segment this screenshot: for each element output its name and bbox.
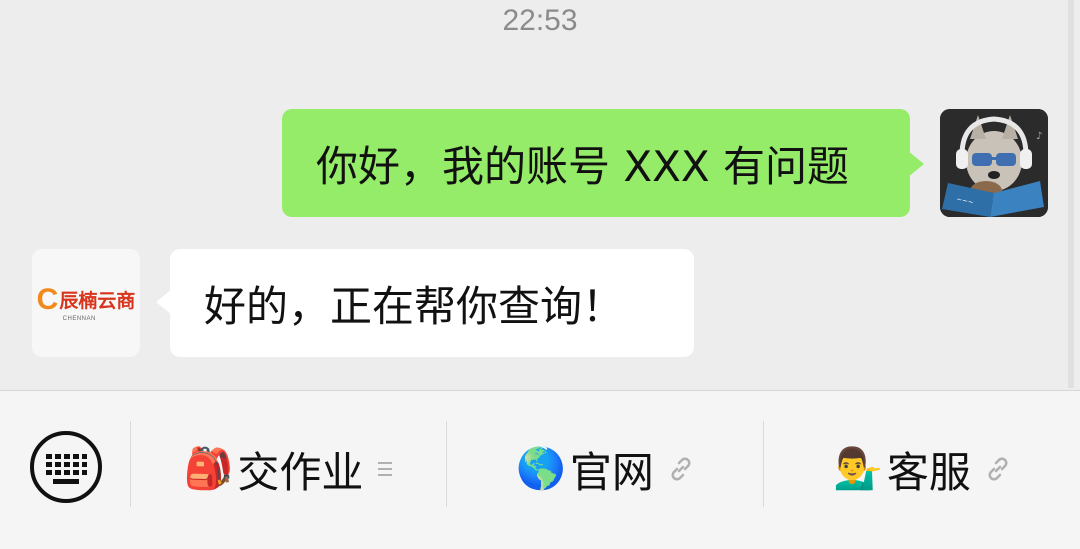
- outgoing-message-bubble[interactable]: 你好，我的账号 XXX 有问题: [282, 109, 924, 217]
- menu-item-label: 交作业: [237, 447, 364, 497]
- incoming-message-bubble[interactable]: 好的，正在帮你查询！: [156, 249, 694, 357]
- backpack-icon: 🎒: [183, 446, 234, 492]
- chennan-logo: C 辰楠云商 CHENNAN: [36, 282, 136, 322]
- logo-c-mark: C: [36, 282, 59, 316]
- menu-item-label: 官网: [569, 447, 654, 497]
- keyboard-toggle-button[interactable]: [28, 429, 104, 505]
- bot-avatar[interactable]: C 辰楠云商 CHENNAN: [32, 249, 140, 357]
- dog-avatar-image: ~~~ ♪: [940, 109, 1048, 217]
- menu-item-homework[interactable]: 🎒 交作业: [131, 431, 446, 507]
- outgoing-message-text: 你好，我的账号 XXX 有问题: [316, 141, 850, 191]
- submenu-icon: [377, 460, 393, 478]
- menu-item-website[interactable]: 🌎 官网: [447, 431, 763, 507]
- logo-text: 辰楠云商: [59, 290, 136, 312]
- person-tipping-hand-icon: 💁‍♂️: [833, 446, 883, 492]
- scrollbar[interactable]: [1068, 0, 1074, 388]
- user-avatar[interactable]: ~~~ ♪: [940, 109, 1048, 217]
- chat-area[interactable]: 22:53 你好，我的账号 XXX 有问题 ~~~ ♪ C 辰楠云商 CHENN…: [0, 0, 1080, 390]
- bottom-menu-bar: 🎒 交作业 🌎 官网 💁‍♂️ 客服: [0, 391, 1080, 549]
- keyboard-icon: [30, 431, 102, 503]
- link-icon: [668, 456, 694, 482]
- link-icon: [985, 456, 1011, 482]
- menu-item-label: 客服: [886, 447, 971, 497]
- menu-item-customer-service[interactable]: 💁‍♂️ 客服: [764, 431, 1080, 507]
- message-timestamp: 22:53: [502, 4, 578, 37]
- logo-subtext: CHENNAN: [62, 315, 96, 322]
- incoming-message-text: 好的，正在帮你查询！: [204, 281, 625, 331]
- globe-icon: 🌎: [516, 446, 566, 492]
- svg-text:♪: ♪: [1036, 131, 1042, 142]
